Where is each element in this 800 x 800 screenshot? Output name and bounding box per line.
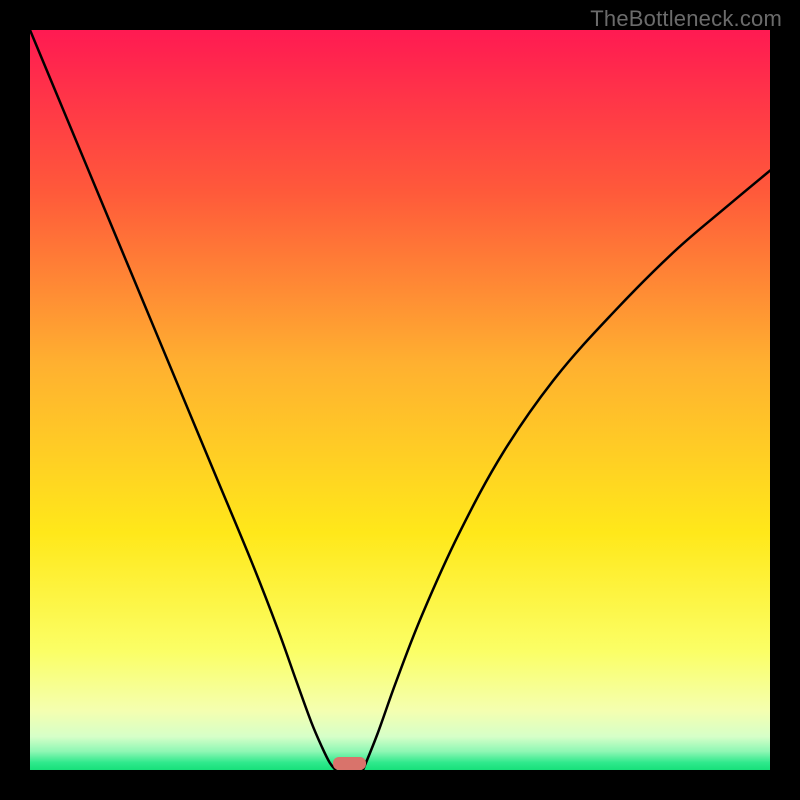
- curve-left-branch: [30, 30, 336, 770]
- minimum-marker: [333, 757, 366, 770]
- chart-frame: TheBottleneck.com: [0, 0, 800, 800]
- curve-right-branch: [363, 171, 770, 770]
- curve-layer: [30, 30, 770, 770]
- plot-area: [30, 30, 770, 770]
- watermark-text: TheBottleneck.com: [590, 6, 782, 32]
